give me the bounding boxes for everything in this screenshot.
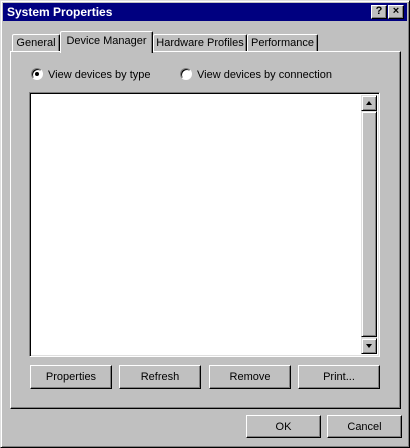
tab-general[interactable]: General [12, 34, 60, 52]
view-by-type-option[interactable]: View devices by type [31, 68, 151, 82]
scroll-down-button[interactable] [361, 338, 377, 354]
view-by-connection-label: View devices by connection [197, 69, 332, 81]
system-properties-window: System Properties ? × General Device Man… [0, 0, 410, 448]
view-by-type-radio[interactable] [31, 68, 43, 80]
view-by-connection-option[interactable]: View devices by connection [180, 68, 332, 82]
refresh-button[interactable]: Refresh [119, 365, 201, 389]
help-button[interactable]: ? [371, 5, 387, 19]
cancel-button[interactable]: Cancel [327, 415, 402, 438]
ok-button[interactable]: OK [246, 415, 321, 438]
device-list[interactable] [29, 92, 380, 357]
scroll-thumb[interactable] [361, 111, 377, 337]
print-button[interactable]: Print... [298, 365, 380, 389]
view-by-type-label: View devices by type [48, 69, 151, 81]
window-title: System Properties [7, 5, 113, 19]
scroll-up-button[interactable] [361, 95, 377, 111]
tab-hardware-profiles[interactable]: Hardware Profiles [153, 34, 247, 52]
tab-device-manager[interactable]: Device Manager [60, 31, 153, 53]
tab-performance[interactable]: Performance [247, 34, 318, 52]
properties-button[interactable]: Properties [30, 365, 112, 389]
view-by-connection-radio[interactable] [180, 68, 192, 80]
remove-button[interactable]: Remove [209, 365, 291, 389]
arrow-up-icon [366, 101, 372, 105]
arrow-down-icon [366, 344, 372, 348]
close-button[interactable]: × [388, 5, 404, 19]
title-bar[interactable]: System Properties ? × [3, 3, 407, 21]
device-list-scrollbar[interactable] [361, 95, 377, 354]
